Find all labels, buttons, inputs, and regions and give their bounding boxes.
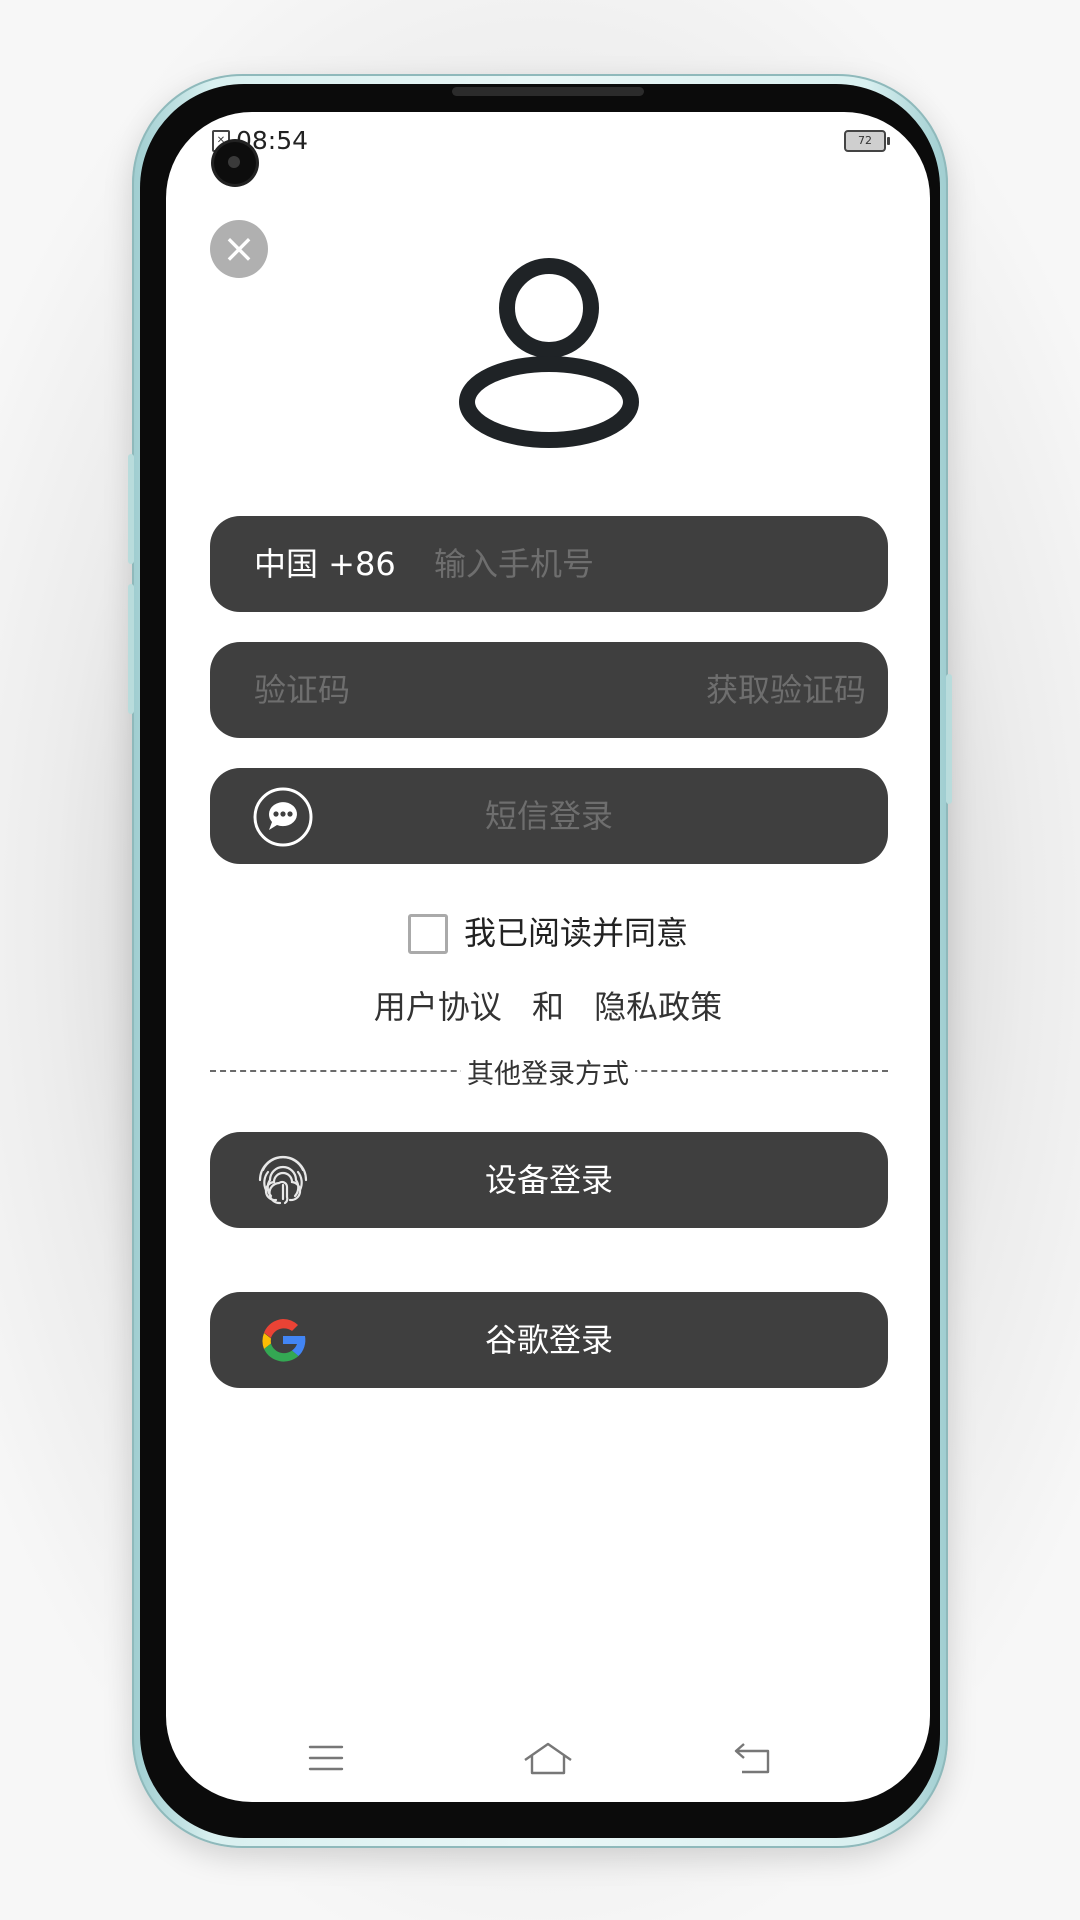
sms-login-button[interactable]: 短信登录 [210, 768, 888, 864]
other-methods-label: 其他登录方式 [461, 1059, 635, 1090]
earpiece-speaker [452, 87, 644, 96]
code-input-row[interactable]: 验证码 获取验证码 [210, 642, 888, 738]
side-button-left-1 [128, 454, 134, 564]
back-icon[interactable] [732, 1740, 776, 1778]
code-input[interactable]: 验证码 [254, 642, 350, 738]
close-button[interactable]: × [210, 220, 268, 278]
device-login-label: 设备登录 [484, 1161, 613, 1199]
user-agreement-link[interactable]: 用户协议 [374, 988, 502, 1026]
and-text: 和 [531, 988, 564, 1026]
agree-text: 我已阅读并同意 [464, 914, 689, 952]
other-methods-divider: 其他登录方式 [166, 1052, 930, 1091]
side-button-left-2 [128, 584, 134, 714]
phone-bezel: ✕ 08:54 72 × 中国 +86 输入手机号 验证码 获取验证码 短信登录… [140, 84, 940, 1838]
login-screen: ✕ 08:54 72 × 中国 +86 输入手机号 验证码 获取验证码 短信登录… [166, 112, 930, 1802]
privacy-policy-link[interactable]: 隐私政策 [594, 988, 722, 1026]
google-login-button[interactable]: 谷歌登录 [210, 1292, 888, 1388]
phone-input-row[interactable]: 中国 +86 输入手机号 [210, 516, 888, 612]
menu-icon[interactable] [306, 1740, 346, 1776]
phone-input[interactable]: 输入手机号 [434, 516, 594, 612]
google-login-label: 谷歌登录 [484, 1321, 613, 1359]
battery-icon: 72 [844, 130, 890, 152]
side-button-right [946, 674, 952, 804]
close-icon: × [222, 226, 256, 272]
home-icon[interactable] [521, 1740, 575, 1778]
sms-login-label: 短信登录 [484, 797, 613, 835]
get-code-button[interactable]: 获取验证码 [706, 642, 866, 738]
front-camera [214, 142, 256, 184]
user-avatar-icon [459, 258, 639, 448]
phone-frame: ✕ 08:54 72 × 中国 +86 输入手机号 验证码 获取验证码 短信登录… [128, 74, 952, 1848]
terms-line: 用户协议 和 隐私政策 [166, 982, 930, 1028]
country-code-select[interactable]: 中国 +86 [254, 516, 396, 612]
agree-checkbox[interactable] [408, 914, 448, 954]
device-login-button[interactable]: 设备登录 [210, 1132, 888, 1228]
